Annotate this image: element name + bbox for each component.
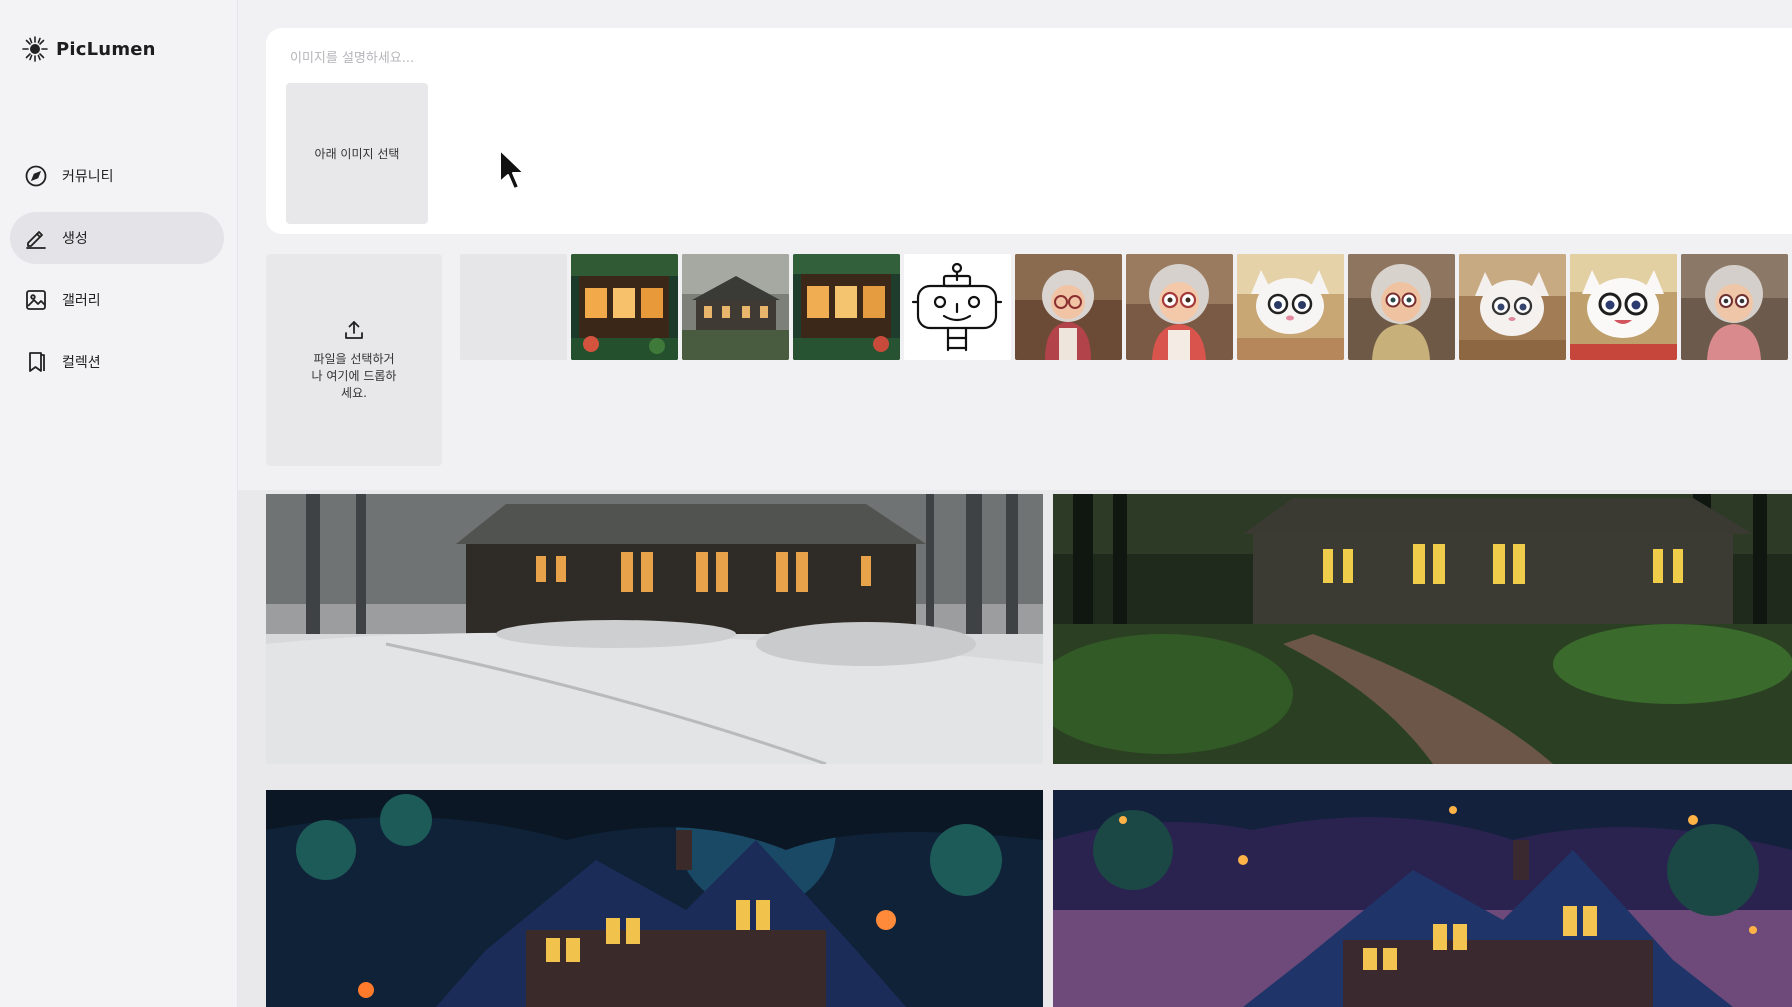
thumbnail-image[interactable] <box>682 254 789 360</box>
reference-thumbnails <box>460 254 1792 360</box>
prompt-card: 아래 이미지 선택 <box>266 28 1792 234</box>
sidebar-item-label: 갤러리 <box>62 293 101 309</box>
thumbnail-image[interactable] <box>1237 254 1344 360</box>
generated-image-sunset-cabin[interactable] <box>1053 790 1792 1007</box>
sidebar-nav: 커뮤니티 생성 갤러리 컬렉션 <box>10 150 224 398</box>
upload-icon <box>345 320 363 339</box>
file-upload-dropzone[interactable]: 파일을 선택하거 나 여기에 드롭하 세요. <box>266 254 442 466</box>
thumbnail-image[interactable] <box>1681 254 1788 360</box>
sidebar-item-community[interactable]: 커뮤니티 <box>10 150 224 202</box>
thumbnail-image[interactable] <box>1126 254 1233 360</box>
mouse-cursor-icon <box>499 149 525 190</box>
image-icon <box>24 288 48 312</box>
generated-image-night-cabin[interactable] <box>266 790 1043 1007</box>
thumbnail-image[interactable] <box>1459 254 1566 360</box>
sun-logo-icon <box>22 36 48 62</box>
sidebar-item-create[interactable]: 생성 <box>10 212 224 264</box>
thumbnail-empty[interactable] <box>460 254 567 360</box>
sidebar-item-label: 커뮤니티 <box>62 169 114 185</box>
upload-hint: 파일을 선택하거 나 여기에 드롭하 세요. <box>311 351 397 400</box>
thumbnail-image[interactable] <box>1570 254 1677 360</box>
thumbnail-image[interactable] <box>793 254 900 360</box>
thumbnail-image[interactable] <box>1348 254 1455 360</box>
select-image-below-button[interactable]: 아래 이미지 선택 <box>286 83 428 224</box>
app-name: PicLumen <box>56 38 156 60</box>
sidebar-item-collection[interactable]: 컬렉션 <box>10 336 224 388</box>
sidebar-item-gallery[interactable]: 갤러리 <box>10 274 224 326</box>
sidebar-item-label: 생성 <box>62 231 88 247</box>
compass-icon <box>24 164 48 188</box>
sidebar-item-label: 컬렉션 <box>62 355 101 371</box>
generated-image-forest-cabin[interactable] <box>1053 494 1792 764</box>
pen-icon <box>24 226 48 250</box>
logo[interactable]: PicLumen <box>22 36 156 62</box>
thumbnail-image[interactable] <box>904 254 1011 360</box>
thumbnail-image[interactable] <box>1015 254 1122 360</box>
generated-image-snowy-cabin[interactable] <box>266 494 1043 764</box>
sidebar: PicLumen 커뮤니티 생성 갤러리 컬렉션 <box>0 0 238 1007</box>
bookmark-icon <box>24 350 48 374</box>
prompt-input[interactable] <box>290 42 1490 74</box>
thumbnail-image[interactable] <box>571 254 678 360</box>
main-area: 아래 이미지 선택 파일을 선택하거 나 여기에 드롭하 세요. <box>238 0 1792 1007</box>
